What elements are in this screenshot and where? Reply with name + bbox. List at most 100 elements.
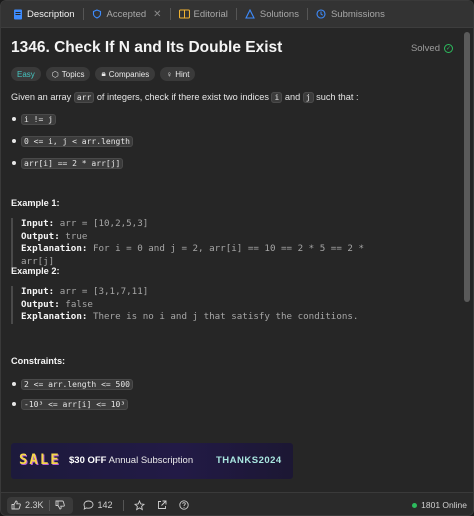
lock-icon: 🔒︎ bbox=[101, 69, 106, 78]
tab-solutions-label: Solutions bbox=[259, 8, 299, 20]
inline-code: j bbox=[302, 92, 314, 103]
problem-panel: Description Accepted ✕ Editorial Solutio… bbox=[0, 0, 474, 516]
difficulty-badge: Easy bbox=[11, 67, 41, 81]
output-label: Output: bbox=[21, 230, 60, 242]
tab-description-label: Description bbox=[27, 8, 75, 20]
thumbs-down-icon[interactable] bbox=[55, 500, 65, 510]
tab-solutions[interactable]: Solutions bbox=[240, 1, 304, 28]
solutions-icon bbox=[245, 9, 256, 20]
conditions-list: i != j 0 <= i, j < arr.length arr[i] == … bbox=[11, 112, 133, 170]
favorite-button[interactable] bbox=[130, 497, 153, 514]
output-value: true bbox=[65, 230, 88, 242]
page-title[interactable]: 1346. Check If N and Its Double Exist bbox=[11, 39, 282, 57]
divider bbox=[48, 499, 50, 511]
tab-divider bbox=[82, 8, 84, 20]
topics-label: Topics bbox=[61, 69, 85, 79]
online-status: 1801 Online bbox=[412, 500, 467, 510]
solved-label: Solved bbox=[410, 43, 440, 54]
constraint-code: 2 <= arr.length <= 500 bbox=[21, 378, 133, 390]
constraint-code: -10³ <= arr[i] <= 10³ bbox=[21, 398, 129, 410]
hint-tag[interactable]: ♀ Hint bbox=[160, 67, 196, 81]
question-icon bbox=[178, 500, 189, 510]
scrollbar[interactable] bbox=[464, 32, 470, 302]
sale-text: SALE bbox=[19, 452, 61, 468]
tab-submissions-label: Submissions bbox=[330, 8, 385, 20]
condition-code: 0 <= i, j < arr.length bbox=[21, 135, 133, 147]
inline-code: i bbox=[271, 92, 283, 103]
explanation-label: Explanation: bbox=[21, 311, 88, 322]
companies-tag[interactable]: 🔒︎ Companies bbox=[95, 67, 156, 81]
input-label: Input: bbox=[21, 218, 55, 229]
comment-count: 142 bbox=[97, 500, 113, 510]
constraints-list: 2 <= arr.length <= 500 -10³ <= arr[i] <=… bbox=[11, 377, 133, 411]
star-icon bbox=[133, 499, 145, 511]
input-value: arr = [10,2,5,3] bbox=[59, 218, 149, 229]
like-count: 2.3K bbox=[25, 500, 44, 510]
output-label: Output: bbox=[21, 298, 60, 310]
tab-submissions[interactable]: Submissions bbox=[311, 1, 390, 28]
title-row: 1346. Check If N and Its Double Exist So… bbox=[11, 39, 455, 59]
help-button[interactable] bbox=[175, 497, 197, 514]
like-button[interactable]: 2.3K bbox=[7, 496, 73, 514]
example-line: Output: true bbox=[21, 231, 391, 244]
share-button[interactable] bbox=[153, 497, 175, 514]
example-line: Explanation: There is no i and j that sa… bbox=[21, 311, 391, 324]
explanation-value: There is no i and j that satisfy the con… bbox=[92, 311, 359, 322]
statement-text: and bbox=[282, 92, 303, 102]
tab-divider bbox=[306, 8, 308, 20]
problem-statement: Given an array arr of integers, check if… bbox=[11, 92, 359, 103]
lightbulb-icon: ♀ bbox=[166, 69, 173, 79]
offer-description: Annual Subscription bbox=[106, 455, 194, 466]
divider bbox=[122, 499, 124, 511]
online-count: 1801 Online bbox=[421, 500, 467, 510]
submissions-icon bbox=[316, 9, 327, 20]
example-2-block: Input: arr = [3,1,7,11] Output: false Ex… bbox=[11, 286, 391, 324]
input-value: arr = [3,1,7,11] bbox=[59, 286, 149, 297]
comments-button[interactable]: 142 bbox=[79, 497, 117, 514]
tag-icon: ⬡ bbox=[51, 69, 59, 79]
tab-description[interactable]: Description bbox=[7, 1, 80, 28]
tab-divider bbox=[169, 8, 171, 20]
example-2-heading: Example 2: bbox=[11, 266, 60, 276]
statement-text: of integers, check if there exist two in… bbox=[94, 92, 272, 102]
example-1-block: Input: arr = [10,2,5,3] Output: true Exp… bbox=[11, 218, 391, 268]
tag-row: Easy ⬡ Topics 🔒︎ Companies ♀ Hint bbox=[11, 67, 196, 81]
tab-editorial-label: Editorial bbox=[193, 8, 228, 20]
example-line: Explanation: For i = 0 and j = 2, arr[i]… bbox=[21, 243, 391, 268]
inline-code: arr bbox=[73, 92, 95, 103]
condition-code: arr[i] == 2 * arr[j] bbox=[21, 157, 124, 169]
tab-accepted-label: Accepted bbox=[106, 8, 147, 20]
list-item: i != j bbox=[11, 112, 133, 126]
list-item: -10³ <= arr[i] <= 10³ bbox=[11, 397, 133, 411]
action-bar: 2.3K 142 1801 Online bbox=[1, 492, 473, 515]
share-icon bbox=[157, 500, 166, 509]
example-1-heading: Example 1: bbox=[11, 198, 60, 208]
input-label: Input: bbox=[21, 286, 55, 297]
topics-tag[interactable]: ⬡ Topics bbox=[45, 67, 91, 81]
offer-amount: $30 OFF bbox=[69, 455, 107, 466]
condition-code: i != j bbox=[21, 113, 56, 125]
comment-icon bbox=[83, 500, 93, 510]
example-line: Output: false bbox=[21, 299, 391, 312]
tab-divider bbox=[235, 8, 237, 20]
constraints-heading: Constraints: bbox=[11, 356, 66, 366]
tab-editorial[interactable]: Editorial bbox=[174, 1, 233, 28]
promo-banner[interactable]: SALE $30 OFF Annual Subscription THANKS2… bbox=[11, 443, 293, 479]
explanation-label: Explanation: bbox=[21, 243, 88, 254]
offer-text: $30 OFF Annual Subscription bbox=[69, 455, 193, 466]
list-item: arr[i] == 2 * arr[j] bbox=[11, 156, 133, 170]
example-line: Input: arr = [3,1,7,11] bbox=[21, 286, 391, 299]
list-item: 2 <= arr.length <= 500 bbox=[11, 377, 133, 391]
description-content: 1346. Check If N and Its Double Exist So… bbox=[1, 28, 463, 492]
thumbs-up-icon bbox=[11, 500, 21, 510]
output-value: false bbox=[65, 298, 93, 310]
solved-status: Solved ✓ bbox=[411, 43, 453, 54]
check-circle-icon: ✓ bbox=[444, 44, 453, 53]
online-dot-icon bbox=[412, 502, 418, 508]
list-item: 0 <= i, j < arr.length bbox=[11, 134, 133, 148]
companies-label: Companies bbox=[108, 69, 150, 79]
example-line: Input: arr = [10,2,5,3] bbox=[21, 218, 391, 231]
tab-accepted[interactable]: Accepted ✕ bbox=[87, 1, 167, 28]
close-icon[interactable]: ✕ bbox=[153, 9, 161, 20]
promo-code: THANKS2024 bbox=[216, 455, 282, 466]
